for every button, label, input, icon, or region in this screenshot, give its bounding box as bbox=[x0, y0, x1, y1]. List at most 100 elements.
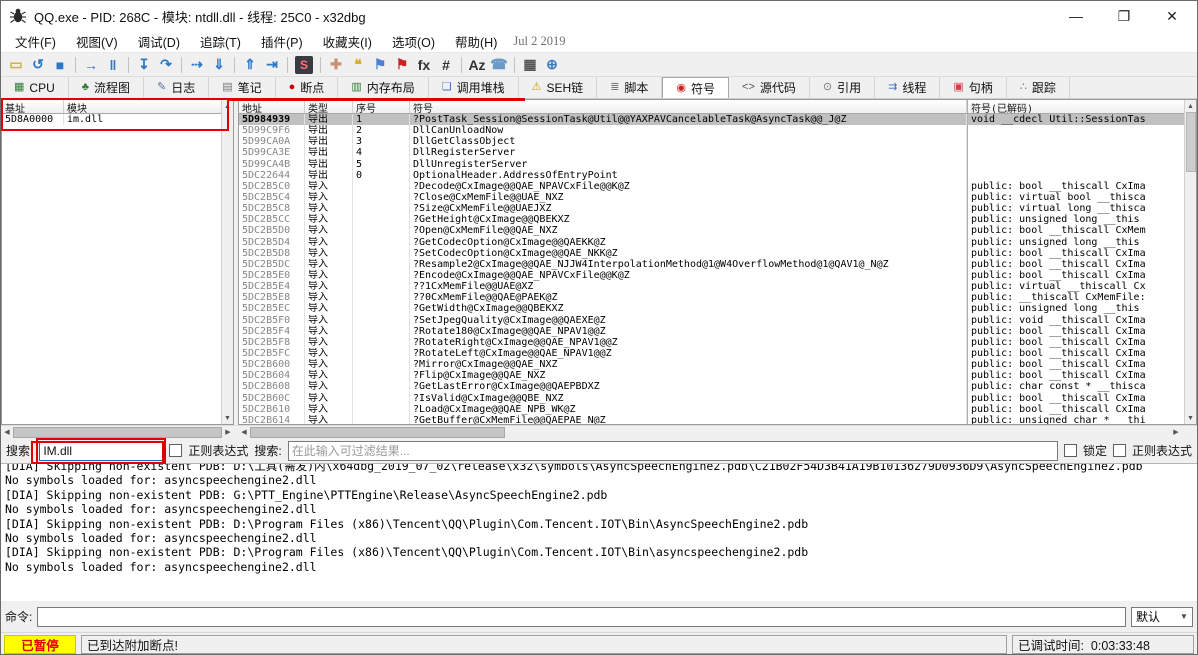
run-until-return-icon[interactable]: ⇑ bbox=[239, 55, 261, 75]
table-row[interactable]: 5DC2B5CC导入?GetHeight@CxImage@@QBEKXZpubl… bbox=[239, 214, 1184, 225]
table-row[interactable]: 5DC2B5E4导入??1CxMemFile@@UAE@XZpublic: vi… bbox=[239, 281, 1184, 292]
table-row[interactable]: 5DC2B5F0导入?SetJpegQuality@CxImage@@QAEXE… bbox=[239, 315, 1184, 326]
table-row[interactable]: 5DC2B5C8导入?Size@CxMemFile@@UAEJXZpublic:… bbox=[239, 203, 1184, 214]
patches-icon[interactable]: ✚ bbox=[325, 55, 347, 75]
symbols-header-symbol[interactable]: 符号 bbox=[410, 100, 967, 113]
tab-trace[interactable]: ∴跟踪 bbox=[1007, 77, 1070, 98]
table-row[interactable]: 5D99CA3E导出4DllRegisterServer bbox=[239, 147, 1184, 158]
table-row[interactable]: 5DC22644导出0OptionalHeader.AddressOfEntry… bbox=[239, 170, 1184, 181]
maximize-button[interactable]: ❐ bbox=[1115, 8, 1133, 25]
module-search-input[interactable] bbox=[39, 441, 163, 461]
calculator-icon[interactable]: ▦ bbox=[519, 55, 541, 75]
open-file-icon[interactable]: ▭ bbox=[5, 55, 27, 75]
scroll-down-icon[interactable]: ▼ bbox=[1185, 412, 1197, 424]
table-row[interactable]: 5DC2B5FC导入?RotateLeft@CxImage@@QAE_NPAV1… bbox=[239, 348, 1184, 359]
symbols-header-address[interactable]: 地址 bbox=[239, 100, 305, 113]
menu-item-0[interactable]: 文件(F) bbox=[5, 29, 66, 54]
device-icon[interactable]: ☎ bbox=[488, 55, 510, 75]
symbols-header-ordinal[interactable]: 序号 bbox=[353, 100, 410, 113]
menu-item-4[interactable]: 插件(P) bbox=[251, 29, 313, 54]
scrollbar-thumb[interactable] bbox=[1186, 112, 1196, 172]
close-button[interactable]: ✕ bbox=[1163, 8, 1181, 25]
table-row[interactable]: 5D99CA4B导出5DllUnregisterServer bbox=[239, 159, 1184, 170]
tab-cpu[interactable]: ▦CPU bbox=[1, 77, 69, 98]
table-row[interactable]: 5DC2B5F8导入?RotateRight@CxImage@@QAE_NPAV… bbox=[239, 337, 1184, 348]
tab-handles[interactable]: ▣句柄 bbox=[940, 77, 1006, 98]
tab-log[interactable]: ✎日志 bbox=[144, 77, 209, 98]
attach-icon[interactable]: ⇥ bbox=[261, 55, 283, 75]
symbol-filter-input[interactable] bbox=[288, 441, 1058, 461]
table-row[interactable]: 5DC2B5DC导入?Resample2@CxImage@@QAE_NJJW4I… bbox=[239, 259, 1184, 270]
tab-notes[interactable]: ▤笔记 bbox=[209, 77, 275, 98]
table-row[interactable]: 5DC2B614导入?GetBuffer@CxMemFile@@QAEPAE_N… bbox=[239, 415, 1184, 424]
command-input[interactable] bbox=[37, 607, 1126, 627]
lock-checkbox[interactable] bbox=[1064, 444, 1077, 457]
run-to-cursor-icon[interactable]: ⇢ bbox=[186, 55, 208, 75]
table-row[interactable]: 5DC2B5C4导入?Close@CxMemFile@@UAE_NXZpubli… bbox=[239, 192, 1184, 203]
step-into-icon[interactable]: ↧ bbox=[133, 55, 155, 75]
table-row[interactable]: 5DC2B5EC导入?GetWidth@CxImage@@QBEKXZpubli… bbox=[239, 303, 1184, 314]
comments-icon[interactable]: ❝ bbox=[347, 55, 369, 75]
symbols-horizontal-scrollbar[interactable]: ◀ ▶ bbox=[238, 426, 1182, 438]
regex-checkbox-symbols[interactable] bbox=[1113, 444, 1126, 457]
table-row[interactable]: 5D99C9F6导出2DllCanUnloadNow bbox=[239, 125, 1184, 136]
scroll-right-icon[interactable]: ▶ bbox=[1170, 426, 1182, 438]
scrollbar-thumb[interactable] bbox=[250, 427, 505, 438]
table-row[interactable]: 5DC2B5D8导入?SetCodecOption@CxImage@@QAE_N… bbox=[239, 248, 1184, 259]
symbols-header-decoded[interactable]: 符号(已解码) bbox=[967, 100, 1184, 113]
table-row[interactable]: 5D8A0000im.dll bbox=[2, 114, 221, 125]
scroll-up-icon[interactable]: ▲ bbox=[222, 100, 234, 112]
modules-header-module[interactable]: 模块 bbox=[64, 100, 221, 113]
menu-item-1[interactable]: 视图(V) bbox=[66, 29, 128, 54]
menu-item-6[interactable]: 选项(O) bbox=[382, 29, 445, 54]
menu-item-5[interactable]: 收藏夹(I) bbox=[313, 29, 382, 54]
scroll-up-icon[interactable]: ▲ bbox=[1185, 100, 1197, 112]
table-row[interactable]: 5D99CA0A导出3DllGetClassObject bbox=[239, 136, 1184, 147]
tab-source[interactable]: <>源代码 bbox=[729, 77, 810, 98]
modules-vertical-scrollbar[interactable]: ▲ ▼ bbox=[221, 100, 233, 424]
tab-breakpoints[interactable]: ●断点 bbox=[276, 77, 339, 98]
table-row[interactable]: 5DC2B604导入?Flip@CxImage@@QAE_NXZpublic: … bbox=[239, 370, 1184, 381]
menu-item-7[interactable]: 帮助(H) bbox=[445, 29, 507, 54]
menu-item-3[interactable]: 追踪(T) bbox=[190, 29, 251, 54]
table-row[interactable]: 5DC2B60C导入?IsValid@CxImage@@QBE_NXZpubli… bbox=[239, 393, 1184, 404]
appearance-icon[interactable]: Az bbox=[466, 55, 488, 75]
hash-icon[interactable]: # bbox=[435, 55, 457, 75]
stop-icon[interactable]: ■ bbox=[49, 55, 71, 75]
command-profile-dropdown[interactable]: 默认 ▼ bbox=[1131, 607, 1193, 627]
table-row[interactable]: 5DC2B5E0导入?Encode@CxImage@@QAE_NPAVCxFil… bbox=[239, 270, 1184, 281]
tab-references[interactable]: ⊙引用 bbox=[810, 77, 875, 98]
scrollbar-thumb[interactable] bbox=[13, 427, 222, 438]
tab-seh[interactable]: ⚠SEH链 bbox=[519, 77, 598, 98]
scroll-right-icon[interactable]: ▶ bbox=[222, 426, 234, 438]
functions-icon[interactable]: fx bbox=[413, 55, 435, 75]
website-icon[interactable]: ⊕ bbox=[541, 55, 563, 75]
pause-icon[interactable]: ‖ bbox=[102, 55, 124, 75]
scroll-left-icon[interactable]: ◀ bbox=[1, 426, 13, 438]
modules-header-base[interactable]: 基址 bbox=[2, 100, 64, 113]
table-row[interactable]: 5DC2B608导入?GetLastError@CxImage@@QAEPBDX… bbox=[239, 381, 1184, 392]
modules-horizontal-scrollbar[interactable]: ◀ ▶ bbox=[1, 426, 234, 438]
table-row[interactable]: 5DC2B5D0导入?Open@CxMemFile@@QAE_NXZpublic… bbox=[239, 225, 1184, 236]
table-row[interactable]: 5DC2B5F4导入?Rotate180@CxImage@@QAE_NPAV1@… bbox=[239, 326, 1184, 337]
tab-script[interactable]: ≣脚本 bbox=[597, 77, 662, 98]
symbols-vertical-scrollbar[interactable]: ▲ ▼ bbox=[1184, 100, 1196, 424]
restart-icon[interactable]: ↺ bbox=[27, 55, 49, 75]
tab-call-stack[interactable]: ❏调用堆栈 bbox=[429, 77, 519, 98]
table-row[interactable]: 5D984939导出1?PostTask_Session@SessionTask… bbox=[239, 114, 1184, 125]
tab-memory-map[interactable]: ▥内存布局 bbox=[338, 77, 428, 98]
tab-symbols[interactable]: ◉符号 bbox=[662, 77, 729, 98]
regex-checkbox-modules[interactable] bbox=[169, 444, 182, 457]
symbols-header-type[interactable]: 类型 bbox=[305, 100, 353, 113]
step-over-icon[interactable]: ↷ bbox=[155, 55, 177, 75]
scroll-down-icon[interactable]: ▼ bbox=[222, 412, 234, 424]
minimize-button[interactable]: — bbox=[1067, 8, 1085, 25]
bookmarks-icon[interactable]: ⚑ bbox=[391, 55, 413, 75]
step-out-icon[interactable]: ⇓ bbox=[208, 55, 230, 75]
tab-graph[interactable]: ♣流程图 bbox=[69, 77, 144, 98]
menu-item-2[interactable]: 调试(D) bbox=[128, 29, 190, 54]
table-row[interactable]: 5DC2B600导入?Mirror@CxImage@@QAE_NXZpublic… bbox=[239, 359, 1184, 370]
run-icon[interactable]: → bbox=[80, 55, 102, 75]
table-row[interactable]: 5DC2B5C0导入?Decode@CxImage@@QAE_NPAVCxFil… bbox=[239, 181, 1184, 192]
table-row[interactable]: 5DC2B5D4导入?GetCodecOption@CxImage@@QAEKK… bbox=[239, 237, 1184, 248]
